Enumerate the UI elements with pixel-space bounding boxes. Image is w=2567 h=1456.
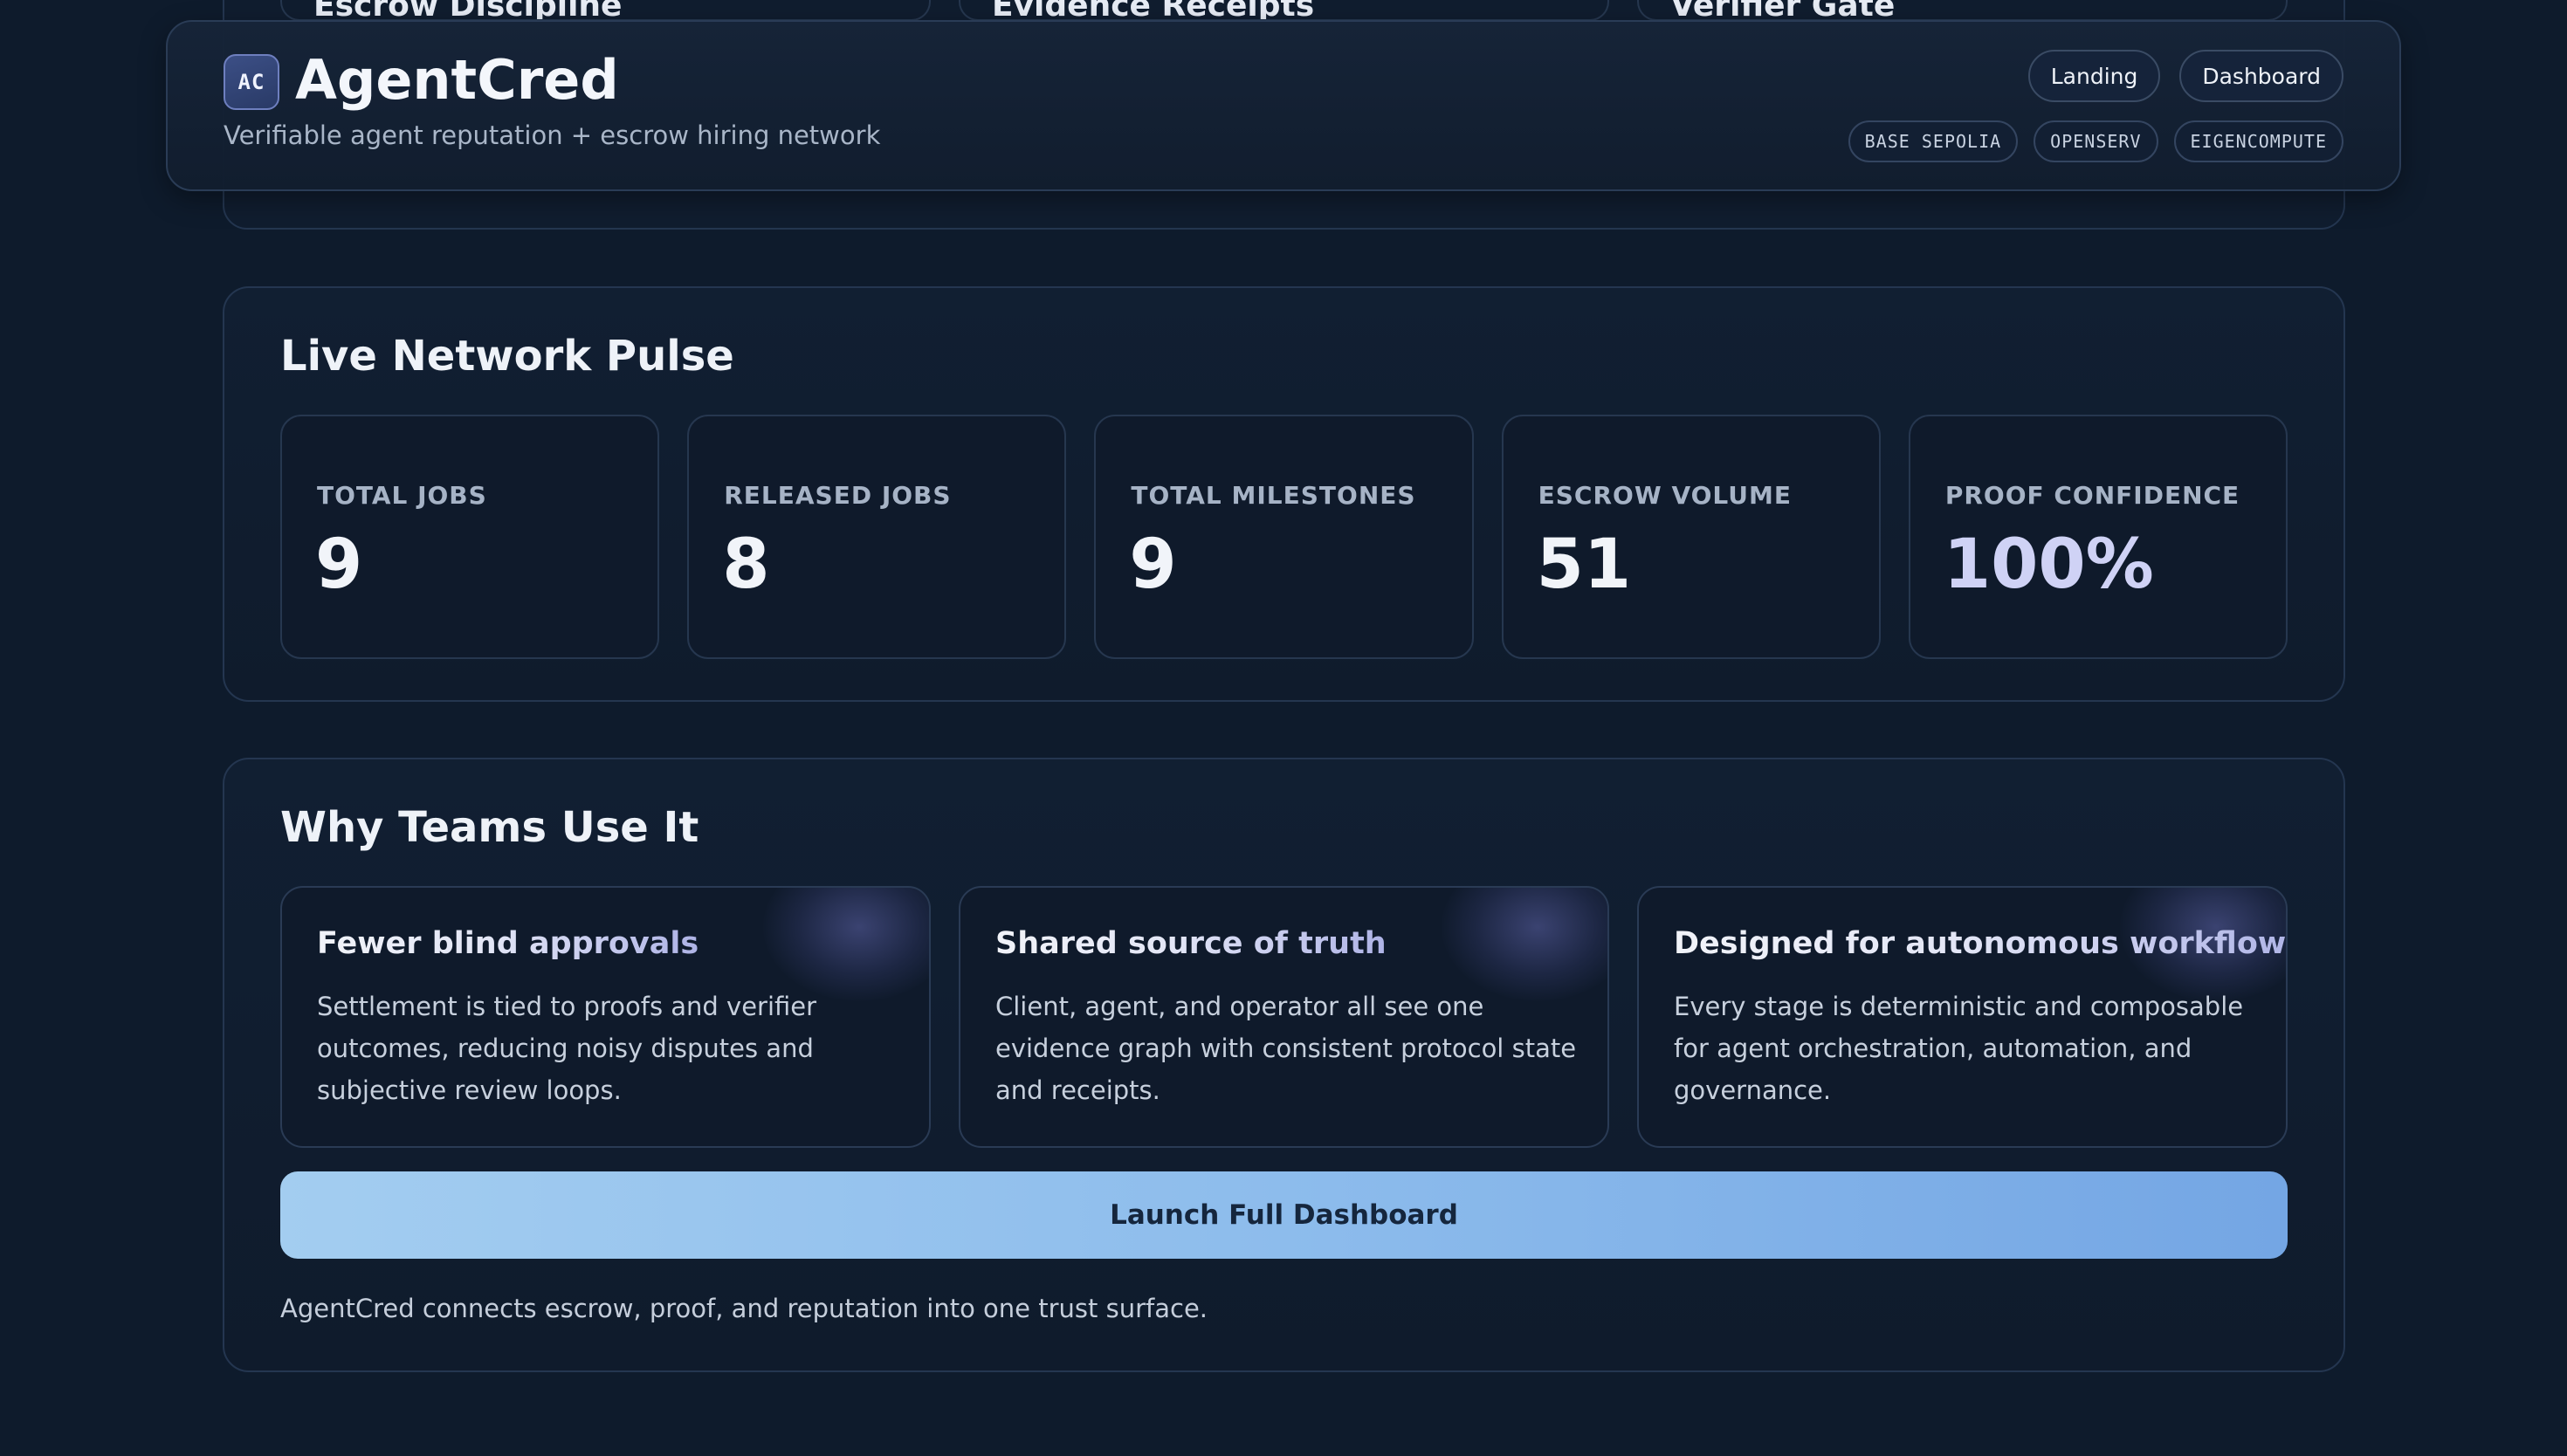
nav-landing-button[interactable]: Landing — [2027, 50, 2161, 102]
previous-card: Evidence Receipts — [959, 0, 1609, 21]
feature-body: Every stage is deterministic and composa… — [1674, 992, 2244, 1105]
stat-card-released-jobs: RELEASED JOBS 8 — [687, 415, 1067, 659]
stat-label: RELEASED JOBS — [724, 481, 952, 510]
feature-title: Designed for autonomous workflows — [1674, 926, 2286, 961]
brand-name[interactable]: AgentCred — [295, 48, 619, 112]
footer-note: AgentCred connects escrow, proof, and re… — [280, 1294, 1208, 1323]
stat-card-total-jobs: TOTAL JOBS 9 — [280, 415, 660, 659]
stat-value: 9 — [315, 525, 363, 604]
section-title: Live Network Pulse — [280, 332, 734, 381]
previous-card-title: Evidence Receipts — [992, 0, 1315, 21]
previous-card-title: Escrow Discipline — [313, 0, 623, 21]
stat-card-escrow-volume: ESCROW VOLUME 51 — [1501, 415, 1881, 659]
card-glow-decoration — [1442, 888, 1607, 1001]
previous-section-cards: Escrow Discipline Evidence Receipts Veri… — [280, 0, 2288, 21]
stat-value: 100% — [1943, 525, 2154, 604]
chip-base-sepolia: BASE SEPOLIA — [1848, 120, 2019, 162]
previous-card-title: Verifier Gate — [1670, 0, 1896, 21]
feature-title: Fewer blind approvals — [317, 926, 699, 961]
stat-label: ESCROW VOLUME — [1538, 481, 1792, 510]
previous-card: Escrow Discipline — [280, 0, 931, 21]
network-pulse-section: Live Network Pulse TOTAL JOBS 9 RELEASED… — [223, 286, 2345, 702]
why-teams-section: Why Teams Use It Fewer blind approvals S… — [223, 758, 2345, 1372]
stat-value: 9 — [1129, 525, 1177, 604]
network-chips: BASE SEPOLIA OPENSERV EIGENCOMPUTE — [1848, 120, 2343, 162]
launch-dashboard-button[interactable]: Launch Full Dashboard — [280, 1171, 2288, 1259]
stat-grid: TOTAL JOBS 9 RELEASED JOBS 8 TOTAL MILES… — [280, 415, 2288, 659]
chip-eigencompute: EIGENCOMPUTE — [2173, 120, 2343, 162]
stat-value: 8 — [722, 525, 770, 604]
card-glow-decoration — [763, 888, 929, 1001]
stat-card-proof-confidence: PROOF CONFIDENCE 100% — [1908, 415, 2288, 659]
stat-label: TOTAL MILESTONES — [1131, 481, 1416, 510]
feature-card: Fewer blind approvals Settlement is tied… — [280, 886, 931, 1148]
feature-body: Client, agent, and operator all see one … — [995, 992, 1577, 1105]
feature-card: Shared source of truth Client, agent, an… — [959, 886, 1609, 1148]
nav-dashboard-button[interactable]: Dashboard — [2179, 50, 2343, 102]
stat-label: TOTAL JOBS — [317, 481, 487, 510]
feature-title: Shared source of truth — [995, 926, 1387, 961]
feature-grid: Fewer blind approvals Settlement is tied… — [280, 886, 2288, 1148]
app-header: AC AgentCred Verifiable agent reputation… — [166, 20, 2401, 191]
header-nav: Landing Dashboard — [2027, 50, 2343, 102]
brand-tagline: Verifiable agent reputation + escrow hir… — [224, 120, 881, 150]
stat-label: PROOF CONFIDENCE — [1944, 481, 2240, 510]
previous-card: Verifier Gate — [1637, 0, 2288, 21]
stat-card-total-milestones: TOTAL MILESTONES 9 — [1094, 415, 1474, 659]
section-title: Why Teams Use It — [280, 803, 699, 852]
brand-logo-icon[interactable]: AC — [224, 54, 279, 110]
feature-body: Settlement is tied to proofs and verifie… — [317, 992, 817, 1105]
feature-card: Designed for autonomous workflows Every … — [1637, 886, 2288, 1148]
stat-value: 51 — [1536, 525, 1632, 604]
chip-openserv: OPENSERV — [2034, 120, 2158, 162]
